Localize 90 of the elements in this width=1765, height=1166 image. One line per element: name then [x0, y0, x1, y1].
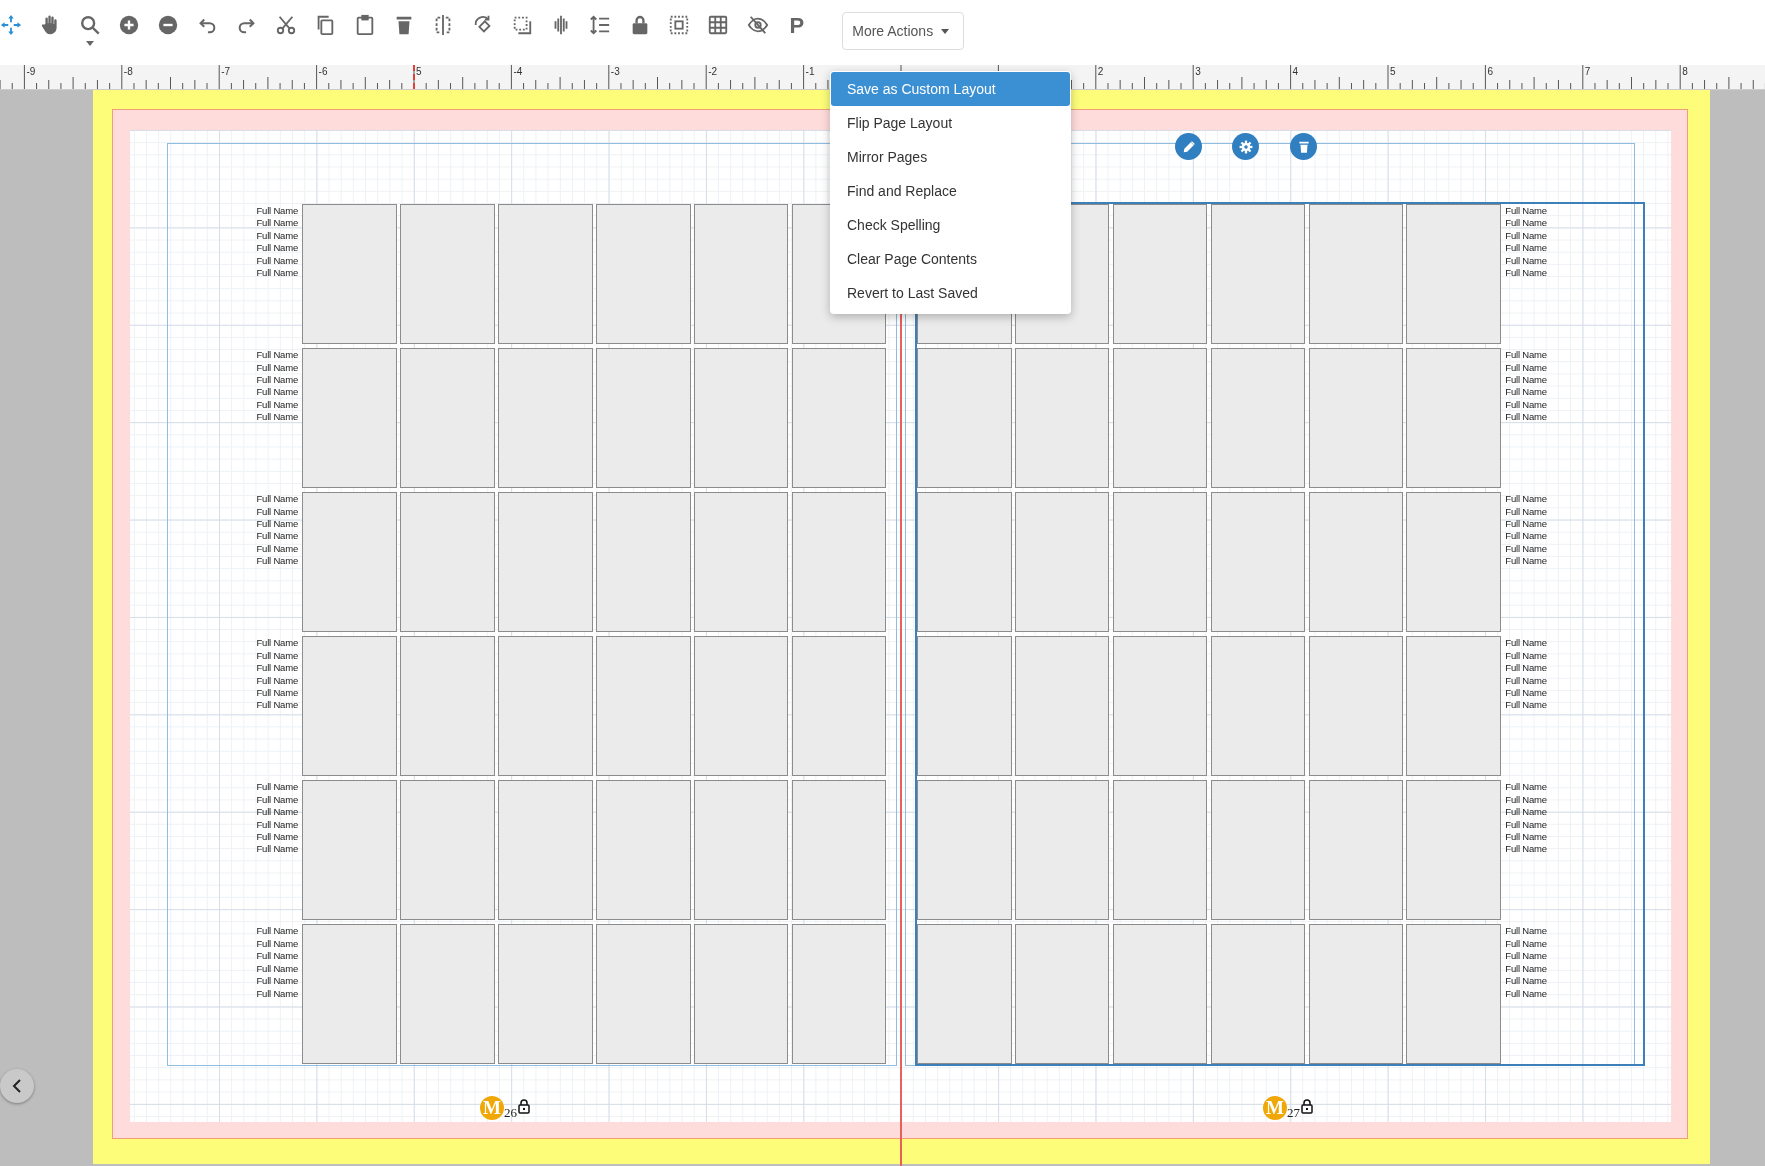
name-label: Full Name — [1505, 806, 1547, 819]
page-number: 26 — [504, 1106, 517, 1120]
ruler-label: -4 — [513, 66, 523, 77]
name-label: Full Name — [256, 349, 298, 362]
name-label: Full Name — [256, 925, 298, 938]
name-label: Full Name — [1505, 542, 1547, 556]
name-label: Full Name — [1505, 386, 1547, 399]
name-label: Full Name — [256, 686, 298, 700]
name-label: Full Name — [256, 542, 298, 556]
name-label: Full Name — [256, 962, 298, 976]
name-label: Full Name — [1505, 373, 1547, 387]
name-label: Full Name — [1505, 205, 1547, 218]
name-label: Full Name — [1505, 398, 1547, 412]
name-label: Full Name — [1505, 781, 1547, 794]
name-label: Full Name — [256, 505, 298, 518]
name-label: Full Name — [1505, 925, 1547, 938]
ruler-label: 6 — [1487, 66, 1493, 77]
name-label: Full Name — [1505, 793, 1547, 807]
name-label: Full Name — [256, 398, 298, 412]
ruler-label: -7 — [221, 66, 231, 77]
name-label: Full Name — [1505, 831, 1547, 844]
name-label: Full Name — [1505, 229, 1547, 243]
name-label: Full Name — [256, 373, 298, 387]
name-label: Full Name — [256, 637, 298, 650]
name-label: Full Name — [256, 674, 298, 687]
name-label: Full Name — [256, 649, 298, 663]
name-label: Full Name — [1505, 530, 1547, 543]
name-label: Full Name — [1505, 937, 1547, 951]
name-label: Full Name — [256, 937, 298, 951]
ruler-label: 8 — [1682, 66, 1688, 77]
name-label: Full Name — [1505, 505, 1547, 518]
name-label: Full Name — [1505, 950, 1547, 963]
name-label: Full Name — [1505, 267, 1547, 280]
name-label: Full Name — [256, 411, 298, 424]
name-label: Full Name — [256, 806, 298, 819]
ruler-label: 2 — [1097, 66, 1104, 77]
name-label: Full Name — [256, 518, 298, 531]
name-label: Full Name — [1505, 818, 1547, 831]
name-label: Full Name — [256, 493, 298, 506]
name-label: Full Name — [256, 793, 298, 807]
page-number: 27 — [1287, 1106, 1300, 1120]
name-label: Full Name — [256, 781, 298, 794]
ruler-label: -2 — [708, 66, 718, 77]
name-label: Full Name — [256, 975, 298, 988]
name-label: Full Name — [1505, 962, 1547, 976]
name-label: Full Name — [1505, 699, 1547, 712]
name-label: Full Name — [256, 386, 298, 399]
ruler-label: -3 — [610, 66, 620, 77]
name-label: Full Name — [1505, 217, 1547, 230]
name-label: Full Name — [256, 699, 298, 712]
name-label: Full Name — [256, 843, 298, 856]
name-label: Full Name — [256, 229, 298, 243]
ruler-label: 4 — [1292, 66, 1299, 77]
name-label: Full Name — [256, 831, 298, 844]
name-label: Full Name — [256, 662, 298, 675]
name-label: Full Name — [1505, 493, 1547, 506]
ruler-label: 5 — [416, 66, 422, 77]
name-label: Full Name — [1505, 349, 1547, 362]
name-label: Full Name — [256, 242, 298, 255]
name-label: Full Name — [256, 267, 298, 280]
ruler-label: -1 — [805, 66, 815, 77]
ruler-label: 7 — [1584, 66, 1591, 77]
ruler-label: 5 — [1390, 66, 1396, 77]
ruler-label: -9 — [26, 66, 36, 77]
name-label: Full Name — [256, 950, 298, 963]
name-label: Full Name — [256, 205, 298, 218]
name-label: Full Name — [1505, 649, 1547, 663]
name-label: Full Name — [256, 254, 298, 268]
name-label: Full Name — [1505, 411, 1547, 424]
name-label: Full Name — [1505, 674, 1547, 687]
name-label: Full Name — [1505, 555, 1547, 568]
name-label: Full Name — [256, 987, 298, 1000]
name-label: Full Name — [1505, 637, 1547, 650]
name-label: Full Name — [1505, 975, 1547, 988]
name-label: Full Name — [1505, 686, 1547, 700]
ruler-label: 3 — [1195, 66, 1201, 77]
name-label: Full Name — [1505, 843, 1547, 856]
name-label: Full Name — [256, 555, 298, 568]
name-label: Full Name — [1505, 518, 1547, 531]
name-label: Full Name — [256, 217, 298, 230]
name-label: Full Name — [256, 530, 298, 543]
name-label: Full Name — [1505, 242, 1547, 255]
name-label: Full Name — [256, 818, 298, 831]
ruler-label: -6 — [318, 66, 328, 77]
name-label: Full Name — [1505, 361, 1547, 374]
name-label: Full Name — [256, 361, 298, 374]
name-label: Full Name — [1505, 987, 1547, 1000]
name-label: Full Name — [1505, 662, 1547, 675]
ruler-label: -8 — [123, 66, 133, 77]
name-label: Full Name — [1505, 254, 1547, 268]
